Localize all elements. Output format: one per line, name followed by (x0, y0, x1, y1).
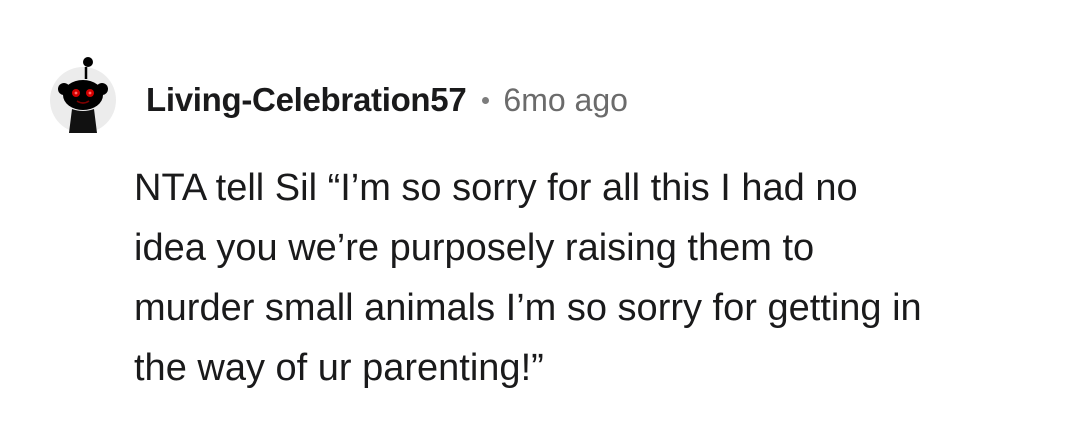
comment-body: NTA tell Sil “I’m so sorry for all this … (134, 158, 1034, 398)
snoo-avatar-icon (58, 57, 108, 133)
comment-line: NTA tell Sil “I’m so sorry for all this … (134, 167, 858, 209)
comment-header: Living-Celebration57 6mo ago (50, 57, 628, 138)
comment: Living-Celebration57 6mo ago NTA tell Si… (0, 0, 1080, 427)
separator-dot (482, 96, 490, 104)
timestamp: 6mo ago (503, 81, 628, 118)
comment-line: idea you we’re purposely raising them to (134, 227, 815, 269)
comment-line: the way of ur parenting!” (134, 347, 544, 389)
avatar[interactable] (50, 57, 116, 133)
comment-line: murder small animals I’m so sorry for ge… (134, 287, 922, 329)
username-link[interactable]: Living-Celebration57 (146, 81, 467, 119)
